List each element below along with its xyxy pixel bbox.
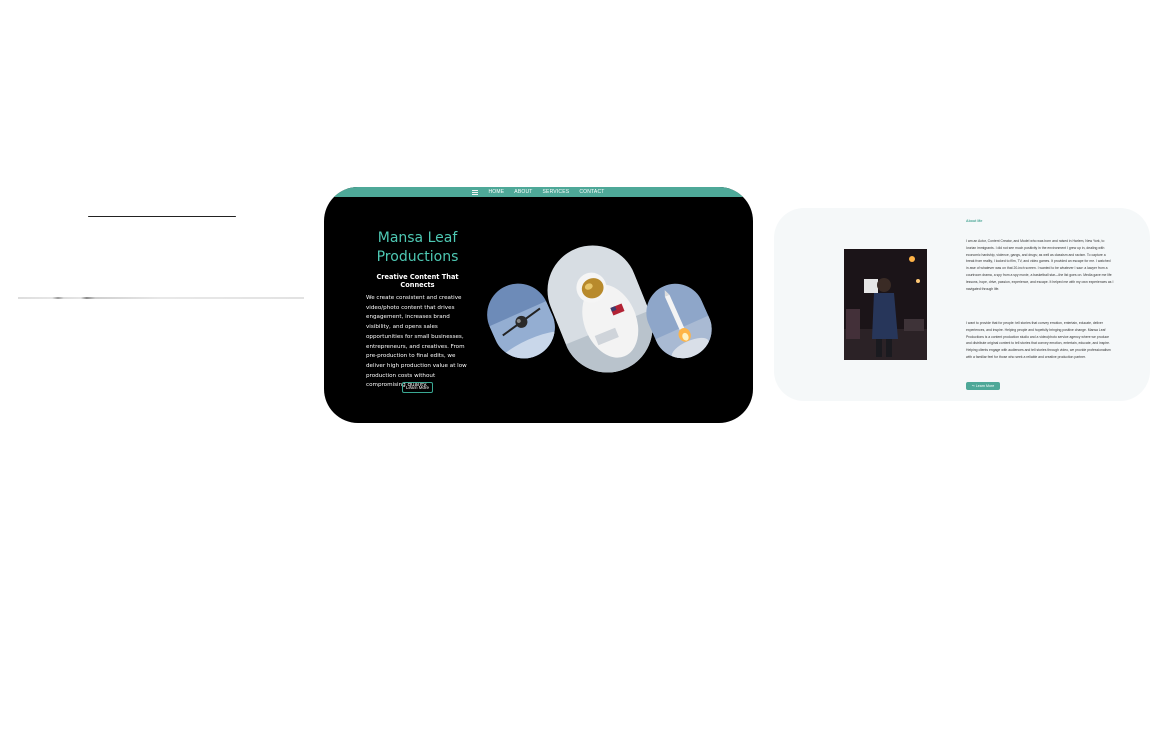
nav-contact[interactable]: CONTACT — [579, 187, 604, 197]
about-paragraph-2: I want to provide that for people: tell … — [966, 321, 1111, 359]
about-heading: About Me — [966, 219, 983, 223]
arrow-icon: ↪ — [971, 384, 975, 388]
portrait-photo — [844, 249, 927, 360]
about-section: About Me I am an Actor, Content Creator,… — [774, 208, 1150, 401]
preview-bottom-edge — [18, 297, 304, 299]
nav-services[interactable]: SERVICES — [543, 187, 570, 197]
hero-subtitle: Creative Content That Connects — [376, 273, 459, 289]
preview-top-edge — [88, 216, 236, 217]
about-learn-more-button[interactable]: ↪ Learn More — [966, 382, 1000, 390]
hero-title: Mansa Leaf Productions — [376, 230, 459, 265]
about-learn-more-label: Learn More — [975, 384, 995, 388]
hero-section: HOME ABOUT SERVICES CONTACT Mansa Leaf P… — [324, 187, 753, 423]
hero-description: We create consistent and creative video/… — [366, 295, 467, 389]
rocket-launch-image — [637, 274, 721, 368]
top-navigation: HOME ABOUT SERVICES CONTACT — [324, 187, 753, 197]
about-paragraph-1: I am an Actor, Content Creator, and Mode… — [966, 239, 1114, 291]
nav-about[interactable]: ABOUT — [514, 187, 532, 197]
nav-home[interactable]: HOME — [488, 187, 504, 197]
menu-icon[interactable] — [472, 189, 479, 195]
collapsed-preview-panel — [18, 214, 304, 304]
hero-learn-more-button[interactable]: Learn More — [402, 382, 433, 393]
